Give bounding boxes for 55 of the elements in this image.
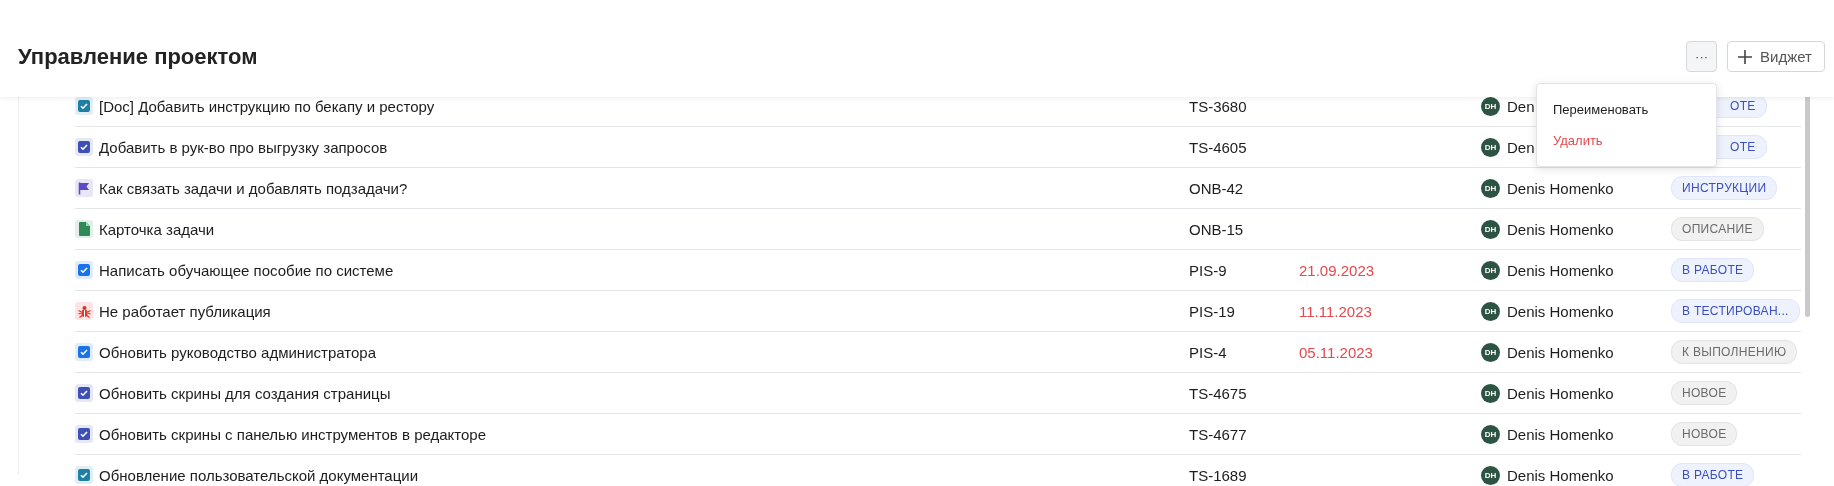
assignee-name: Denis Homenko: [1507, 179, 1614, 197]
add-widget-button[interactable]: Виджет: [1727, 41, 1825, 72]
task-title[interactable]: Как связать задачи и добавлять подзадачи?: [99, 179, 1189, 197]
task-title[interactable]: Обновить скрины для создания страницы: [99, 384, 1189, 402]
due-date: 05.11.2023: [1299, 343, 1374, 361]
assignee-name: Den: [1507, 138, 1535, 156]
assignee-name: Denis Homenko: [1507, 343, 1614, 361]
status-badge: ИНСТРУКЦИИ: [1671, 176, 1778, 200]
avatar: DH: [1481, 219, 1500, 239]
avatar: DH: [1481, 383, 1500, 403]
status-badge: К ВЫПОЛНЕНИЮ: [1671, 340, 1798, 364]
plus-icon: [1738, 49, 1753, 64]
more-button[interactable]: ···: [1686, 41, 1718, 72]
avatar: DH: [1481, 260, 1500, 280]
assignee-name: Denis Homenko: [1507, 302, 1614, 320]
task-key: TS-4605: [1189, 138, 1299, 156]
task-key: PIS-19: [1189, 302, 1299, 320]
assignee-name: Denis Homenko: [1507, 466, 1614, 484]
status-badge: НОВОЕ: [1671, 381, 1738, 405]
status-badge: ОПИСАНИЕ: [1671, 217, 1764, 241]
task-key: PIS-4: [1189, 343, 1299, 361]
task-key: ONB-42: [1189, 179, 1299, 197]
task-key: PIS-9: [1189, 261, 1299, 279]
due-date: 21.09.2023: [1299, 261, 1376, 279]
task-title[interactable]: Добавить в рук-во про выгрузку запросов: [99, 138, 1189, 156]
task-title[interactable]: Не работает публикация: [99, 302, 1189, 320]
task-title[interactable]: Написать обучающее пособие по системе: [99, 261, 1189, 279]
task-title[interactable]: [Doc] Добавить инструкцию по бекапу и рестору: [99, 97, 1189, 115]
assignee-name: Den: [1507, 97, 1535, 115]
task-key: TS-3680: [1189, 97, 1299, 115]
avatar: DH: [1481, 424, 1500, 444]
avatar: DH: [1481, 97, 1500, 116]
avatar: DH: [1481, 465, 1500, 485]
avatar: DH: [1481, 137, 1500, 157]
status-badge: В РАБОТЕ: [1671, 463, 1755, 486]
avatar: DH: [1481, 301, 1500, 321]
assignee-name: Denis Homenko: [1507, 384, 1614, 402]
task-title[interactable]: Обновить скрины с панелью инструментов в редакторе: [99, 425, 1189, 443]
avatar: DH: [1481, 178, 1500, 198]
status-badge: НОВОЕ: [1671, 422, 1738, 446]
assignee-name: Denis Homenko: [1507, 220, 1614, 238]
task-key: TS-4675: [1189, 384, 1299, 402]
page-title: Управление проектом: [18, 43, 258, 70]
avatar: DH: [1481, 342, 1500, 362]
due-date: 11.11.2023: [1299, 302, 1373, 320]
task-key: TS-4677: [1189, 425, 1299, 443]
task-title[interactable]: Обновить руководство администратора: [99, 343, 1189, 361]
task-key: ONB-15: [1189, 220, 1299, 238]
status-badge: В РАБОТЕ: [1671, 258, 1755, 282]
task-title[interactable]: Карточка задачи: [99, 220, 1189, 238]
task-key: TS-1689: [1189, 466, 1299, 484]
task-title[interactable]: Обновление пользовательской документации: [99, 466, 1189, 484]
status-badge: В ТЕСТИРОВАН...: [1671, 299, 1800, 323]
assignee-name: Denis Homenko: [1507, 261, 1614, 279]
assignee-name: Denis Homenko: [1507, 425, 1614, 443]
